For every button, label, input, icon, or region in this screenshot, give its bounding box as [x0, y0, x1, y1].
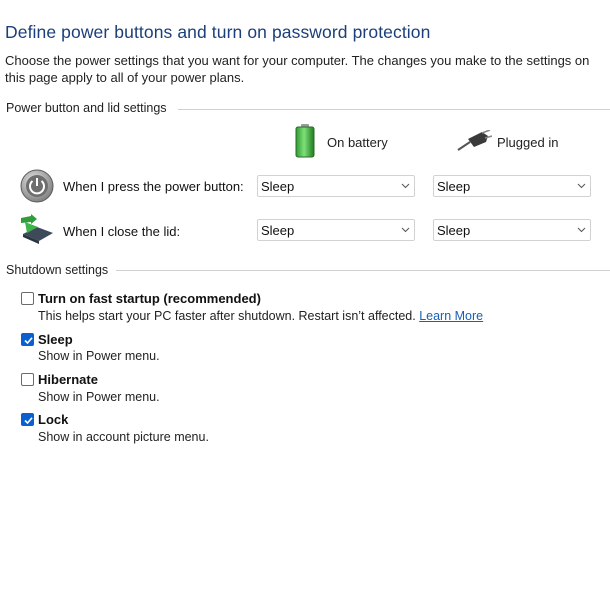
- laptop-lid-icon: [19, 214, 55, 249]
- hibernate-description: Show in Power menu.: [38, 390, 160, 404]
- select-value: Sleep: [261, 179, 295, 194]
- column-header-on-battery: On battery: [327, 135, 388, 150]
- power-button-icon: [20, 169, 54, 208]
- power-section-heading: Power button and lid settings: [6, 101, 167, 115]
- fast-startup-checkbox[interactable]: [21, 292, 34, 305]
- select-value: Sleep: [437, 179, 471, 194]
- power-button-on-battery-select[interactable]: Sleep: [257, 175, 415, 197]
- checkmark-icon: [24, 417, 33, 425]
- sleep-label[interactable]: Sleep: [38, 332, 73, 347]
- column-header-plugged-in: Plugged in: [497, 135, 559, 150]
- close-lid-on-battery-select[interactable]: Sleep: [257, 219, 415, 241]
- power-section-divider: [178, 109, 610, 110]
- row-label-power-button: When I press the power button:: [63, 179, 244, 194]
- hibernate-label[interactable]: Hibernate: [38, 372, 98, 387]
- page-title: Define power buttons and turn on passwor…: [5, 22, 431, 42]
- sleep-description: Show in Power menu.: [38, 349, 160, 363]
- chevron-down-icon: [577, 227, 586, 233]
- fast-startup-description-text: This helps start your PC faster after sh…: [38, 309, 416, 323]
- hibernate-checkbox[interactable]: [21, 373, 34, 386]
- lock-checkbox[interactable]: [21, 413, 34, 426]
- lock-description: Show in account picture menu.: [38, 430, 209, 444]
- select-value: Sleep: [261, 223, 295, 238]
- battery-icon: [293, 124, 317, 163]
- power-button-plugged-in-select[interactable]: Sleep: [433, 175, 591, 197]
- shutdown-section-heading: Shutdown settings: [6, 263, 109, 277]
- chevron-down-icon: [401, 183, 410, 189]
- power-plug-icon: [456, 129, 493, 157]
- chevron-down-icon: [401, 227, 410, 233]
- fast-startup-label[interactable]: Turn on fast startup (recommended): [38, 291, 261, 306]
- lock-label[interactable]: Lock: [38, 412, 68, 427]
- shutdown-section-divider: [116, 270, 610, 271]
- chevron-down-icon: [577, 183, 586, 189]
- close-lid-plugged-in-select[interactable]: Sleep: [433, 219, 591, 241]
- checkmark-icon: [24, 337, 33, 345]
- select-value: Sleep: [437, 223, 471, 238]
- learn-more-link[interactable]: Learn More: [419, 309, 483, 323]
- row-label-close-lid: When I close the lid:: [63, 224, 181, 239]
- intro-text: Choose the power settings that you want …: [5, 53, 590, 85]
- fast-startup-description: This helps start your PC faster after sh…: [38, 309, 483, 323]
- sleep-checkbox[interactable]: [21, 333, 34, 346]
